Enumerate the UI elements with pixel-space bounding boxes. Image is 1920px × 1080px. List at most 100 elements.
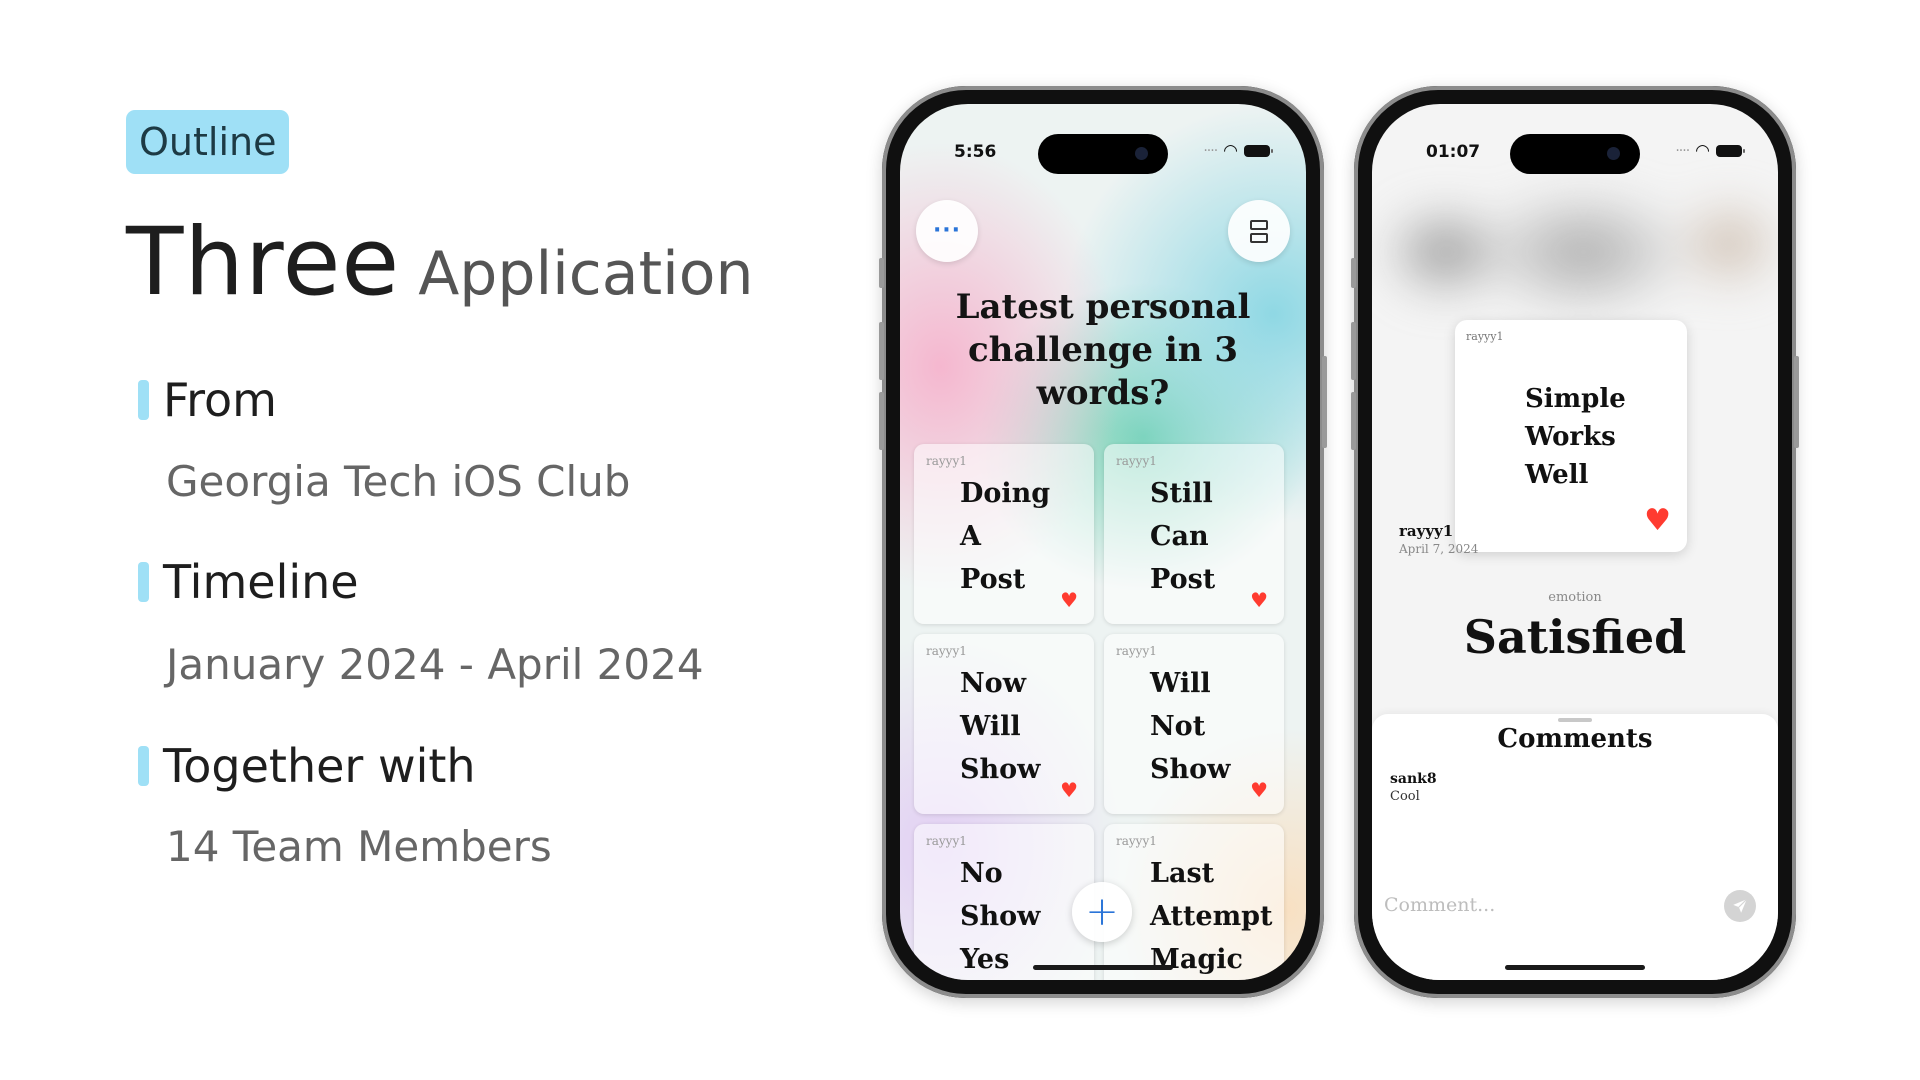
emotion-value: Satisfied bbox=[1463, 610, 1687, 664]
post-card[interactable]: rayyy1 No Show Yes bbox=[914, 824, 1094, 980]
post-author: rayyy1 bbox=[1116, 454, 1157, 468]
post-author: rayyy1 bbox=[926, 454, 967, 468]
section-heading-text: Together with bbox=[163, 739, 476, 793]
post-author: rayyy1 bbox=[926, 834, 967, 848]
detail-screen: 01:07 ···· ◠ rayyy1 Simple Works Well ♥ … bbox=[1372, 104, 1778, 980]
post-word: Well bbox=[1525, 460, 1589, 490]
section-heading-text: From bbox=[163, 373, 277, 427]
post-words: Doing A Post bbox=[960, 472, 1050, 601]
post-words: Last Attempt Magic bbox=[1150, 852, 1273, 980]
post-word: Last bbox=[1150, 858, 1215, 889]
status-icons: ···· ◠ bbox=[1203, 140, 1273, 161]
status-icons: ···· ◠ bbox=[1675, 140, 1745, 161]
home-indicator[interactable] bbox=[1033, 965, 1173, 970]
post-words: Will Not Show bbox=[1150, 662, 1230, 791]
post-word: Magic bbox=[1150, 944, 1243, 975]
dynamic-island bbox=[1510, 134, 1640, 174]
post-word: Post bbox=[960, 564, 1026, 595]
sheet-grabber[interactable] bbox=[1558, 718, 1592, 722]
volume-down-button bbox=[1351, 392, 1356, 450]
prompt-line: Latest personal bbox=[955, 287, 1251, 327]
section-heading-from: From bbox=[138, 373, 277, 427]
post-card[interactable]: rayyy1 Still Can Post ♥ bbox=[1104, 444, 1284, 624]
comment-text: Cool bbox=[1390, 789, 1420, 804]
post-word: Show bbox=[960, 901, 1041, 932]
prompt-line: challenge in 3 bbox=[967, 330, 1238, 370]
post-word: Show bbox=[1150, 754, 1231, 785]
side-button bbox=[1322, 356, 1327, 448]
section-heading-team: Together with bbox=[138, 739, 476, 793]
heart-icon[interactable]: ♥ bbox=[1644, 506, 1671, 536]
comment-author: sank8 bbox=[1390, 771, 1437, 787]
outline-badge: Outline bbox=[126, 110, 290, 174]
section-detail-from: Georgia Tech iOS Club bbox=[166, 457, 631, 506]
post-words: No Show Yes bbox=[960, 852, 1040, 980]
post-card[interactable]: rayyy1 Now Will Show ♥ bbox=[914, 634, 1094, 814]
owner-date: April 7, 2024 bbox=[1399, 542, 1479, 556]
volume-down-button bbox=[879, 392, 884, 450]
volume-up-button bbox=[1351, 322, 1356, 380]
section-heading-text: Timeline bbox=[163, 555, 359, 609]
post-words: Simple Works Well bbox=[1525, 380, 1626, 494]
post-card[interactable]: rayyy1 Doing A Post ♥ bbox=[914, 444, 1094, 624]
battery-icon bbox=[1244, 145, 1273, 157]
comment-input[interactable] bbox=[1384, 894, 1684, 916]
post-word: Attempt bbox=[1150, 901, 1273, 932]
title-sub: Application bbox=[418, 239, 754, 309]
post-author: rayyy1 bbox=[926, 644, 967, 658]
prompt-line: words? bbox=[1036, 373, 1170, 413]
owner-name: rayyy1 bbox=[1399, 522, 1454, 540]
section-marker bbox=[138, 380, 149, 420]
camera-dot bbox=[1135, 147, 1148, 160]
post-word: Can bbox=[1150, 521, 1209, 552]
post-detail-card[interactable]: rayyy1 Simple Works Well ♥ bbox=[1455, 320, 1687, 552]
post-word: A bbox=[960, 521, 981, 552]
post-word: Will bbox=[960, 711, 1021, 742]
home-indicator[interactable] bbox=[1505, 965, 1645, 970]
action-button bbox=[879, 258, 884, 288]
post-author: rayyy1 bbox=[1116, 644, 1157, 658]
comment-item: sank8 Cool bbox=[1390, 771, 1437, 804]
post-word: Now bbox=[960, 668, 1026, 699]
layout-toggle-button[interactable] bbox=[1228, 200, 1290, 262]
heart-icon[interactable]: ♥ bbox=[1060, 590, 1078, 610]
blurred-background bbox=[1372, 164, 1778, 324]
post-author: rayyy1 bbox=[1466, 330, 1504, 343]
section-marker bbox=[138, 562, 149, 602]
post-word: Works bbox=[1525, 422, 1616, 452]
page-title: Three Application bbox=[126, 208, 754, 317]
prompt-question: Latest personal challenge in 3 words? bbox=[900, 286, 1306, 415]
side-button bbox=[1794, 356, 1799, 448]
ellipsis-icon: ··· bbox=[932, 218, 962, 243]
comments-title: Comments bbox=[1497, 724, 1653, 754]
wifi-icon: ◠ bbox=[1223, 140, 1238, 161]
stack-icon bbox=[1250, 219, 1268, 243]
phone-detail: 01:07 ···· ◠ rayyy1 Simple Works Well ♥ … bbox=[1351, 86, 1799, 998]
feed-screen: 5:56 ···· ◠ ··· Latest personal challeng… bbox=[900, 104, 1306, 980]
wifi-icon: ◠ bbox=[1695, 140, 1710, 161]
post-card[interactable]: rayyy1 Last Attempt Magic bbox=[1104, 824, 1284, 980]
paper-plane-icon bbox=[1733, 898, 1748, 913]
post-word: Show bbox=[960, 754, 1041, 785]
volume-up-button bbox=[879, 322, 884, 380]
post-word: Doing bbox=[960, 478, 1051, 509]
add-post-button[interactable]: + bbox=[1072, 882, 1132, 942]
post-author: rayyy1 bbox=[1116, 834, 1157, 848]
dynamic-island bbox=[1038, 134, 1168, 174]
heart-icon[interactable]: ♥ bbox=[1250, 590, 1268, 610]
section-heading-timeline: Timeline bbox=[138, 555, 359, 609]
heart-icon[interactable]: ♥ bbox=[1250, 780, 1268, 800]
post-card[interactable]: rayyy1 Will Not Show ♥ bbox=[1104, 634, 1284, 814]
post-words: Now Will Show bbox=[960, 662, 1040, 791]
heart-icon[interactable]: ♥ bbox=[1060, 780, 1078, 800]
title-main: Three bbox=[126, 208, 401, 317]
send-button[interactable] bbox=[1724, 890, 1756, 922]
post-owner: rayyy1 April 7, 2024 bbox=[1399, 522, 1478, 556]
more-button[interactable]: ··· bbox=[916, 200, 978, 262]
post-word: Post bbox=[1150, 564, 1216, 595]
status-time: 01:07 bbox=[1426, 142, 1481, 162]
post-word: Not bbox=[1150, 711, 1206, 742]
post-word: Simple bbox=[1525, 384, 1626, 414]
phone-feed: 5:56 ···· ◠ ··· Latest personal challeng… bbox=[879, 86, 1327, 998]
status-time: 5:56 bbox=[954, 142, 997, 162]
